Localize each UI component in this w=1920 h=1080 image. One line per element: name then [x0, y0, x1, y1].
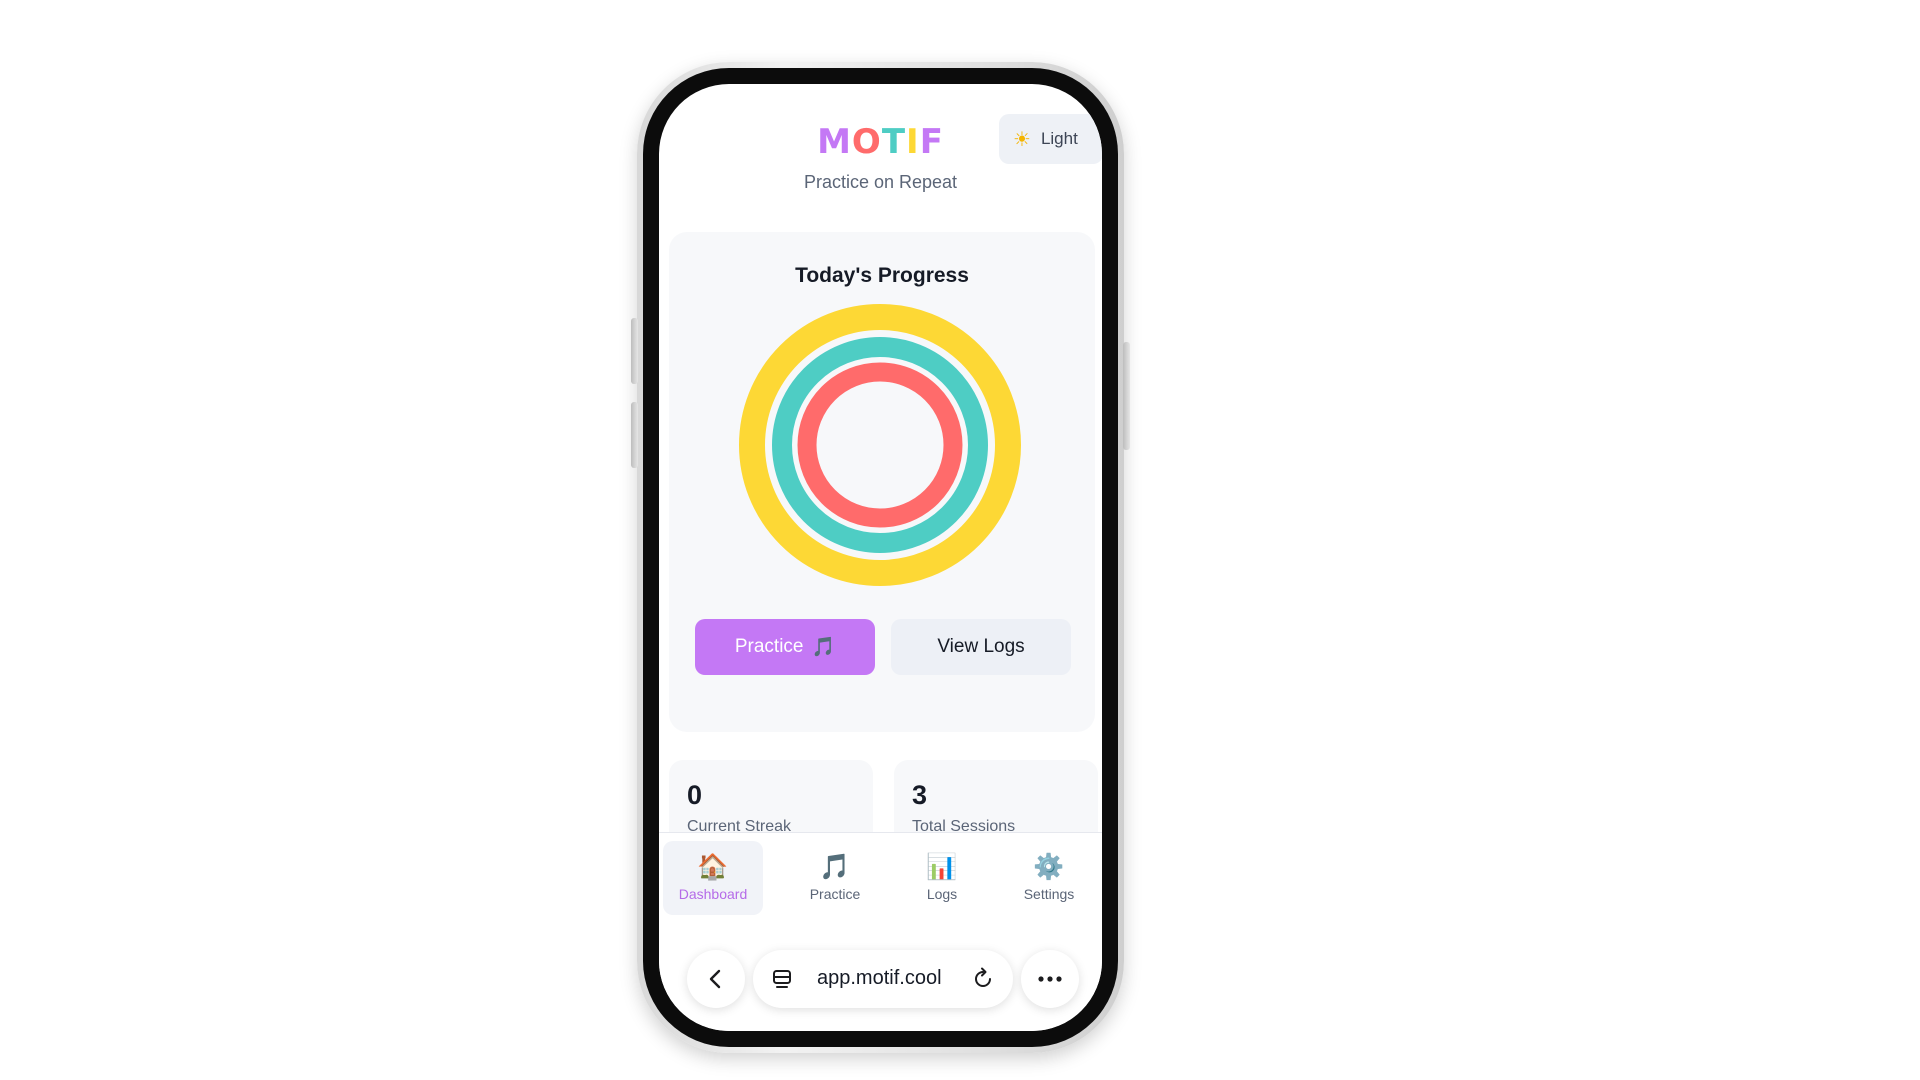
power-button [1123, 342, 1130, 450]
nav-item-dashboard[interactable]: 🏠 Dashboard [663, 841, 763, 915]
practice-button-label: Practice [734, 636, 804, 657]
browser-more-button[interactable] [1021, 950, 1079, 1008]
theme-toggle-label: Light [1040, 129, 1078, 148]
progress-rings [739, 304, 1021, 586]
volume-down-button [631, 402, 638, 468]
streak-value: 0 [687, 780, 703, 810]
view-logs-label: View Logs [937, 636, 1025, 657]
nav-label-dashboard: Dashboard [678, 886, 748, 902]
logo-letter: I [906, 122, 920, 162]
gear-icon: ⚙️ [1033, 853, 1065, 881]
nav-label-practice: Practice [809, 886, 861, 902]
volume-up-button [631, 318, 638, 384]
logo-letter: M [817, 122, 852, 162]
nav-label-logs: Logs [926, 886, 958, 902]
progress-card: Today's Progress Practice 🎵 View Logs [669, 232, 1095, 732]
reload-icon[interactable] [971, 967, 995, 991]
logo-letter: T [881, 122, 907, 162]
url-text: app.motif.cool [817, 967, 942, 989]
logo-letter: O [851, 122, 882, 162]
more-horizontal-icon [1038, 976, 1062, 982]
browser-url-bar[interactable]: app.motif.cool [753, 950, 1013, 1008]
logo-letter: F [919, 122, 944, 162]
music-note-icon: 🎵 [819, 853, 851, 881]
nav-item-settings[interactable]: ⚙️ Settings [999, 841, 1099, 915]
nav-label-settings: Settings [1023, 886, 1075, 902]
chevron-left-icon [709, 969, 721, 989]
practice-button[interactable]: Practice 🎵 [695, 619, 875, 675]
home-icon: 🏠 [697, 853, 729, 881]
theme-toggle-button[interactable]: ☀ Light [999, 114, 1102, 164]
nav-item-logs[interactable]: 📊 Logs [892, 841, 992, 915]
bar-chart-icon: 📊 [926, 853, 958, 881]
page-menu-icon[interactable] [771, 967, 795, 991]
nav-item-practice[interactable]: 🎵 Practice [785, 841, 885, 915]
music-note-icon: 🎵 [811, 637, 836, 658]
phone-frame: MOTIF Practice on Repeat ☀ Light Today's… [631, 62, 1130, 1053]
browser-back-button[interactable] [687, 950, 745, 1008]
sun-icon: ☀ [1013, 128, 1031, 151]
phone-screen: MOTIF Practice on Repeat ☀ Light Today's… [659, 84, 1102, 1031]
progress-title: Today's Progress [795, 264, 969, 287]
inner-ring [797, 362, 963, 528]
sessions-value: 3 [912, 780, 928, 810]
view-logs-button[interactable]: View Logs [891, 619, 1071, 675]
app-subtitle: Practice on Repeat [803, 172, 958, 192]
